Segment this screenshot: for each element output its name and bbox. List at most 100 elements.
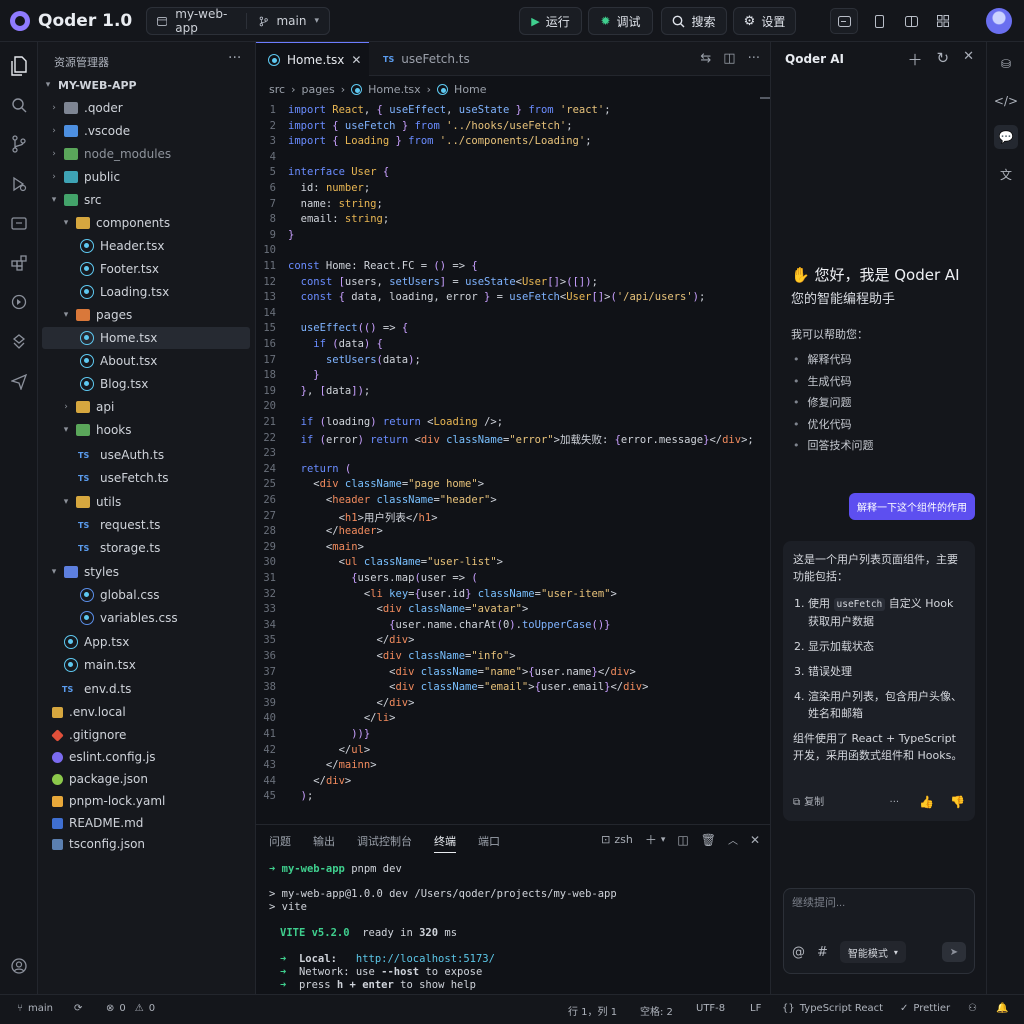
mention-icon[interactable]: @ bbox=[792, 945, 805, 960]
tree-item[interactable]: Footer.tsx bbox=[42, 258, 250, 280]
code-line[interactable]: 22 if (error) return <div className="err… bbox=[256, 432, 753, 448]
code-line[interactable]: 23 bbox=[256, 447, 288, 463]
tree-item[interactable]: ▾ pages bbox=[42, 304, 250, 326]
tree-item[interactable]: ▾ utils bbox=[42, 491, 250, 513]
toggle-panel-button[interactable] bbox=[830, 8, 858, 34]
project-switcher[interactable]: my-web-app main ▾ bbox=[146, 7, 330, 35]
tree-item[interactable]: › .qoder bbox=[42, 97, 250, 119]
code-line[interactable]: 16 if (data) { bbox=[256, 338, 383, 354]
mode-select[interactable]: 智能模式 ▾ bbox=[839, 941, 906, 963]
more-icon[interactable]: ··· bbox=[228, 50, 241, 66]
tree-item[interactable]: › public bbox=[42, 166, 250, 188]
breadcrumb-item[interactable]: src bbox=[269, 83, 285, 96]
hash-icon[interactable]: # bbox=[817, 945, 828, 960]
close-icon[interactable]: ✕ bbox=[351, 53, 361, 67]
tree-item[interactable]: TS useFetch.ts bbox=[42, 467, 250, 489]
thumbs-up-icon[interactable]: 👍 bbox=[919, 794, 934, 811]
code-icon[interactable]: </> bbox=[994, 89, 1018, 113]
breadcrumb-item[interactable]: Home bbox=[454, 83, 486, 96]
tree-item[interactable]: .gitignore bbox=[42, 724, 250, 746]
tree-item[interactable]: main.tsx bbox=[42, 654, 250, 676]
code-line[interactable]: 34 {user.name.charAt(0).toUpperCase()} bbox=[256, 619, 610, 635]
tab-debug-console[interactable]: 调试控制台 bbox=[357, 833, 412, 853]
remote-explorer-icon[interactable] bbox=[7, 212, 31, 236]
close-icon[interactable]: ✕ bbox=[963, 49, 974, 70]
code-line[interactable]: 33 <div className="avatar"> bbox=[256, 603, 528, 619]
thumbs-down-icon[interactable]: 👎 bbox=[950, 794, 965, 811]
tree-item[interactable]: variables.css bbox=[42, 607, 250, 629]
settings-button[interactable]: ⚙ 设置 bbox=[733, 7, 796, 35]
code-line[interactable]: 21 if (loading) return <Loading />; bbox=[256, 416, 503, 432]
chat-input[interactable] bbox=[792, 897, 962, 909]
code-line[interactable]: 9} bbox=[256, 229, 295, 245]
code-line[interactable]: 12 const [users, setUsers] = useState<Us… bbox=[256, 276, 598, 292]
shell-name[interactable]: zsh bbox=[614, 833, 632, 846]
tab-output[interactable]: 输出 bbox=[313, 833, 335, 853]
translate-icon[interactable]: 文 bbox=[994, 162, 1018, 186]
tree-item[interactable]: ▾ components bbox=[42, 212, 250, 234]
indentation[interactable]: 空格: 2 bbox=[640, 1003, 673, 1018]
database-icon[interactable]: ⛁ bbox=[994, 52, 1018, 76]
add-icon[interactable]: ＋ bbox=[645, 831, 657, 848]
tab-home-tsx[interactable]: Home.tsx ✕ bbox=[256, 42, 369, 76]
chevron-down-icon[interactable]: ▾ bbox=[661, 835, 666, 845]
files-icon[interactable] bbox=[7, 54, 31, 78]
tab-problems[interactable]: 问题 bbox=[269, 833, 291, 853]
grid-layout-button[interactable] bbox=[929, 8, 957, 34]
split-terminal-icon[interactable]: ◫ bbox=[677, 833, 688, 847]
tree-item[interactable]: › .vscode bbox=[42, 120, 250, 142]
code-line[interactable]: 43 </mainn> bbox=[256, 759, 376, 775]
tree-item[interactable]: package.json bbox=[42, 768, 250, 790]
status-branch[interactable]: ⑂ main bbox=[17, 1003, 53, 1014]
code-line[interactable]: 24 return ( bbox=[256, 463, 351, 479]
tree-item[interactable]: README.md bbox=[42, 812, 250, 834]
breadcrumb-item[interactable]: pages bbox=[301, 83, 334, 96]
tree-item[interactable]: global.css bbox=[42, 584, 250, 606]
tree-item[interactable]: .env.local bbox=[42, 701, 250, 723]
tree-item[interactable]: tsconfig.json bbox=[42, 833, 250, 855]
close-icon[interactable]: ✕ bbox=[750, 833, 760, 847]
account-icon[interactable] bbox=[7, 954, 31, 978]
debug-button[interactable]: ✹ 调试 bbox=[588, 7, 653, 35]
tree-item[interactable]: Loading.tsx bbox=[42, 281, 250, 303]
workspace-root[interactable]: ▾ MY-WEB-APP bbox=[42, 74, 250, 96]
code-line[interactable]: 14 bbox=[256, 307, 288, 323]
search-icon[interactable] bbox=[7, 93, 31, 117]
tab-usefetch-ts[interactable]: TS useFetch.ts bbox=[371, 42, 476, 76]
more-icon[interactable]: ··· bbox=[748, 51, 760, 66]
code-line[interactable]: 19 }, [data]); bbox=[256, 385, 370, 401]
send-button[interactable]: ➤ bbox=[942, 942, 966, 962]
tree-item[interactable]: pnpm-lock.yaml bbox=[42, 790, 250, 812]
status-problems[interactable]: ⊗ 0 ⚠ 0 bbox=[106, 1003, 155, 1014]
tree-item[interactable]: TS storage.ts bbox=[42, 537, 250, 559]
tab-ports[interactable]: 端口 bbox=[478, 833, 500, 853]
trash-icon[interactable]: 🗑 bbox=[701, 833, 716, 847]
code-line[interactable]: 15 useEffect(() => { bbox=[256, 322, 408, 338]
line-ending[interactable]: LF bbox=[750, 1003, 761, 1014]
code-line[interactable]: 1 import React, { useEffect, useState } f… bbox=[256, 104, 611, 120]
tab-terminal[interactable]: 终端 bbox=[434, 833, 456, 853]
run-debug-icon[interactable] bbox=[7, 172, 31, 196]
new-chat-icon[interactable]: ＋ bbox=[908, 49, 923, 70]
maximize-icon[interactable]: ︿ bbox=[728, 832, 738, 847]
code-line[interactable]: 5 interface User { bbox=[256, 166, 390, 182]
code-line[interactable]: 45 ); bbox=[256, 790, 313, 806]
code-line[interactable]: 6 id: number; bbox=[256, 182, 371, 198]
tree-item[interactable]: TS useAuth.ts bbox=[42, 444, 250, 466]
testing-icon[interactable] bbox=[7, 330, 31, 354]
tree-item[interactable]: eslint.config.js bbox=[42, 746, 250, 768]
tree-item[interactable]: › node_modules bbox=[42, 143, 250, 165]
code-line[interactable]: 29 <main> bbox=[256, 541, 364, 557]
code-line[interactable]: 26 <header className="header"> bbox=[256, 494, 496, 510]
breadcrumb-item[interactable]: Home.tsx bbox=[368, 83, 421, 96]
local-url[interactable]: http://localhost:5173/ bbox=[356, 953, 495, 965]
language-mode[interactable]: {} TypeScript React bbox=[782, 1003, 883, 1014]
cursor-position[interactable]: 行 1，列 1 bbox=[568, 1003, 617, 1018]
code-line[interactable]: 7 name: string; bbox=[256, 198, 383, 214]
code-line[interactable]: 36 <div className="info"> bbox=[256, 650, 515, 666]
code-line[interactable]: 10 bbox=[256, 244, 288, 260]
code-line[interactable]: 17 setUsers(data); bbox=[256, 354, 420, 370]
code-line[interactable]: 3 import { Loading } from '../components/… bbox=[256, 135, 592, 151]
tree-item[interactable]: TS request.ts bbox=[42, 514, 250, 536]
sync-icon[interactable]: ⟳ bbox=[74, 1003, 82, 1014]
